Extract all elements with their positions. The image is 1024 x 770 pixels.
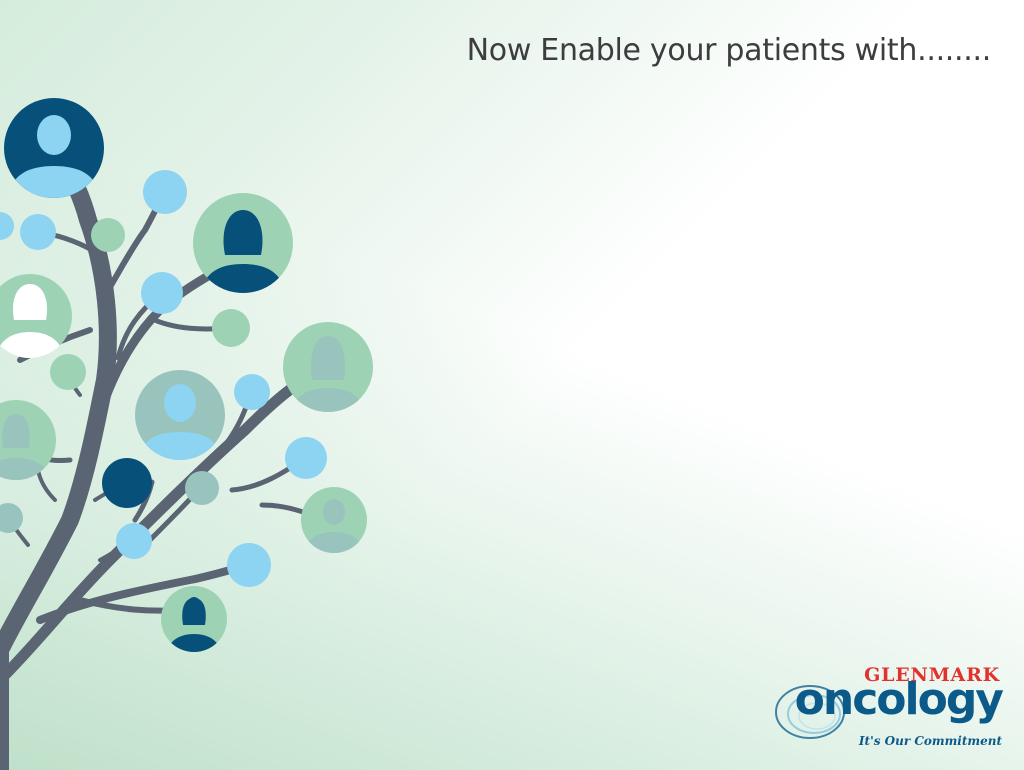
circle-bubble-icon — [227, 543, 271, 587]
circle-bubble-icon — [91, 218, 125, 252]
circle-bubble-icon — [20, 214, 56, 250]
person-avatar-icon — [135, 370, 225, 460]
circle-bubble-icon — [0, 212, 14, 240]
circle-bubble-icon — [185, 471, 219, 505]
circle-bubble-icon — [234, 374, 270, 410]
glenmark-oncology-logo: GLENMARK oncology It's Our Commitment — [772, 664, 1004, 754]
brand-tagline: It's Our Commitment — [858, 734, 1002, 748]
product-name: oncology — [794, 674, 1004, 725]
person-avatar-icon — [301, 487, 367, 553]
person-avatar-icon — [161, 586, 227, 652]
circle-bubble-icon — [50, 354, 86, 390]
circle-bubble-icon — [212, 309, 250, 347]
page-headline: Now Enable your patients with........ — [466, 33, 992, 68]
person-avatar-icon — [0, 274, 72, 358]
circle-bubble-icon — [0, 503, 23, 533]
person-avatar-icon — [0, 400, 56, 480]
circle-bubble-icon — [143, 170, 187, 214]
people-tree-illustration — [0, 98, 373, 770]
circle-bubble-icon — [116, 523, 152, 559]
person-avatar-icon — [283, 322, 373, 412]
circle-bubble-icon — [285, 437, 327, 479]
circle-bubble-icon — [141, 272, 183, 314]
circle-bubble-icon — [102, 458, 152, 508]
person-avatar-icon — [4, 98, 104, 198]
